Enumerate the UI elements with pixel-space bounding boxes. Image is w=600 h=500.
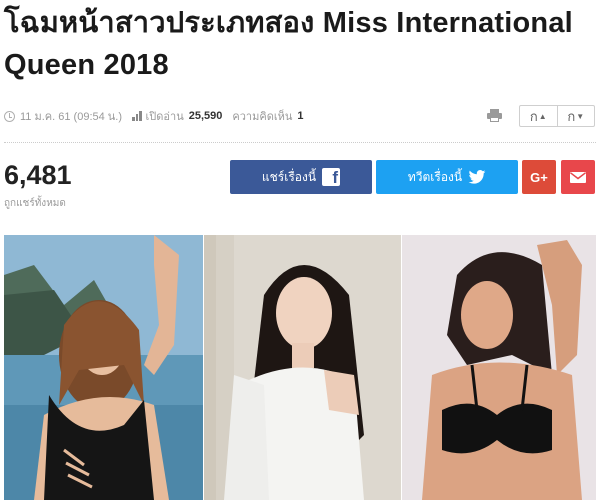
- twitter-share-label: ทวีตเรื่องนี้: [407, 169, 463, 184]
- mail-share-button[interactable]: [561, 160, 595, 194]
- googleplus-icon: G+: [530, 169, 548, 185]
- twitter-icon: [468, 170, 486, 184]
- googleplus-share-button[interactable]: G+: [522, 160, 556, 194]
- article-photo-3: [402, 235, 596, 500]
- views-label: เปิดอ่าน: [145, 111, 184, 123]
- article-photo-2: [204, 235, 401, 500]
- publish-date: 11 ม.ค. 61 (09:54 น.): [20, 111, 123, 123]
- views-count: 25,590: [188, 110, 223, 122]
- share-count: 6,481: [4, 160, 72, 190]
- share-count-label: ถูกแชร์ทั้งหมด: [4, 198, 66, 209]
- font-increase-button[interactable]: ก ▲: [520, 106, 558, 126]
- divider: [4, 142, 596, 143]
- comments-count: 1: [297, 110, 304, 122]
- facebook-share-label: แชร์เรื่องนี้: [261, 169, 317, 184]
- article-meta: 11 ม.ค. 61 (09:54 น.) เปิดอ่าน 25,590 คว…: [4, 106, 304, 126]
- print-icon[interactable]: [487, 109, 502, 122]
- article-photo-1: [4, 235, 203, 500]
- font-decrease-button[interactable]: ก ▼: [558, 106, 595, 126]
- article-title: โฉมหน้าสาวประเภทสอง Miss International Q…: [4, 7, 573, 81]
- facebook-share-button[interactable]: แชร์เรื่องนี้ f: [230, 160, 372, 194]
- bar-chart-icon: [132, 111, 142, 121]
- comments-label: ความคิดเห็น: [232, 111, 293, 123]
- facebook-icon: f: [322, 168, 341, 186]
- font-size-controls: ก ▲ ก ▼: [519, 105, 595, 127]
- clock-icon: [4, 110, 15, 122]
- mail-icon: [570, 171, 586, 183]
- twitter-share-button[interactable]: ทวีตเรื่องนี้: [376, 160, 518, 194]
